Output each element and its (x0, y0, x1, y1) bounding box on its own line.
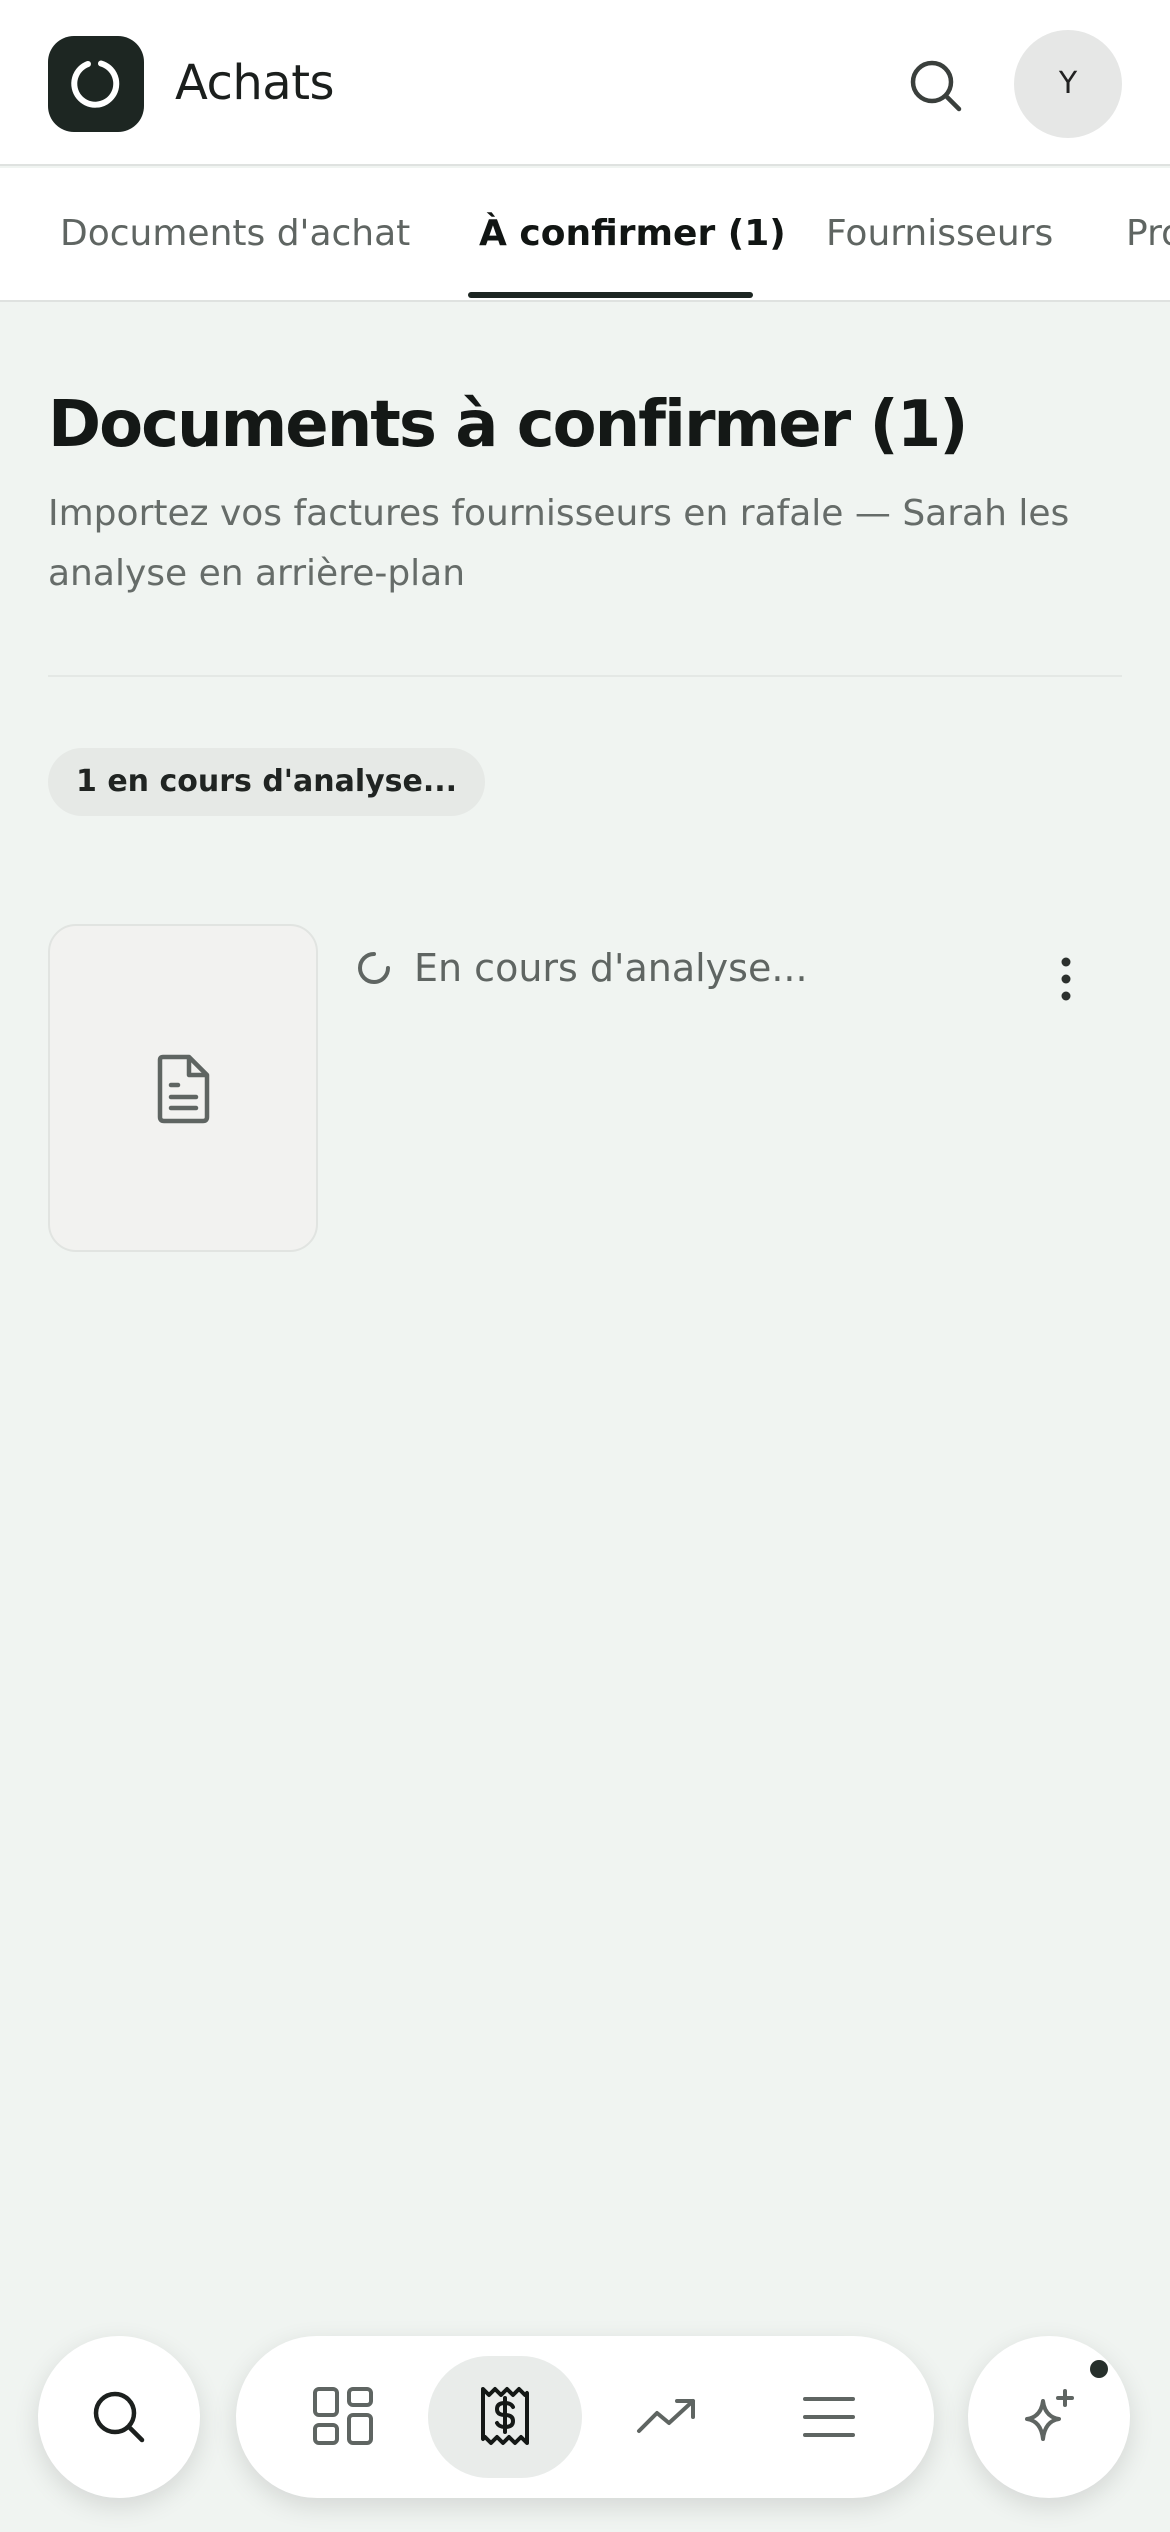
spinner-icon (358, 952, 390, 984)
more-options-button[interactable] (1038, 950, 1096, 1008)
search-button[interactable] (900, 50, 972, 122)
avatar[interactable]: Y (1014, 30, 1122, 138)
nav-search-button[interactable] (38, 2336, 200, 2498)
document-status-label: En cours d'analyse... (414, 946, 808, 990)
nav-trends[interactable] (590, 2356, 744, 2478)
tab-pro[interactable]: Pro (1126, 204, 1170, 264)
notification-dot (1090, 2360, 1108, 2378)
ai-assistant-button[interactable] (968, 2336, 1130, 2498)
page-title: Documents à confirmer (1) (48, 388, 968, 462)
tab-fournisseurs[interactable]: Fournisseurs (826, 204, 1053, 264)
sparkles-icon (1025, 2389, 1074, 2441)
tab-bar: Documents d'achat À confirmer (1) Fourni… (0, 168, 1170, 302)
tab-documents-achat[interactable]: Documents d'achat (60, 204, 410, 264)
receipt-dollar-icon (481, 2387, 529, 2445)
nav-menu[interactable] (752, 2356, 906, 2478)
document-thumbnail[interactable] (48, 924, 318, 1252)
dashboard-icon (313, 2387, 373, 2445)
bottom-nav-bar (236, 2336, 934, 2498)
trending-up-icon (637, 2399, 695, 2433)
nav-achats[interactable] (428, 2356, 582, 2478)
active-tab-indicator (468, 292, 753, 298)
status-badge: 1 en cours d'analyse... (48, 748, 486, 816)
page-header-title: Achats (175, 55, 335, 111)
search-icon (910, 60, 962, 112)
search-icon (93, 2391, 145, 2443)
tab-a-confirmer[interactable]: À confirmer (1) (479, 204, 786, 264)
app-header: Achats Y (0, 0, 1170, 166)
more-vertical-icon (1061, 957, 1071, 1001)
file-text-icon (157, 1054, 210, 1124)
page-subtitle: Importez vos factures fournisseurs en ra… (48, 493, 1070, 594)
menu-icon (803, 2397, 855, 2437)
nav-dashboard[interactable] (266, 2356, 420, 2478)
app-logo-icon[interactable] (48, 36, 144, 132)
divider (48, 675, 1122, 677)
